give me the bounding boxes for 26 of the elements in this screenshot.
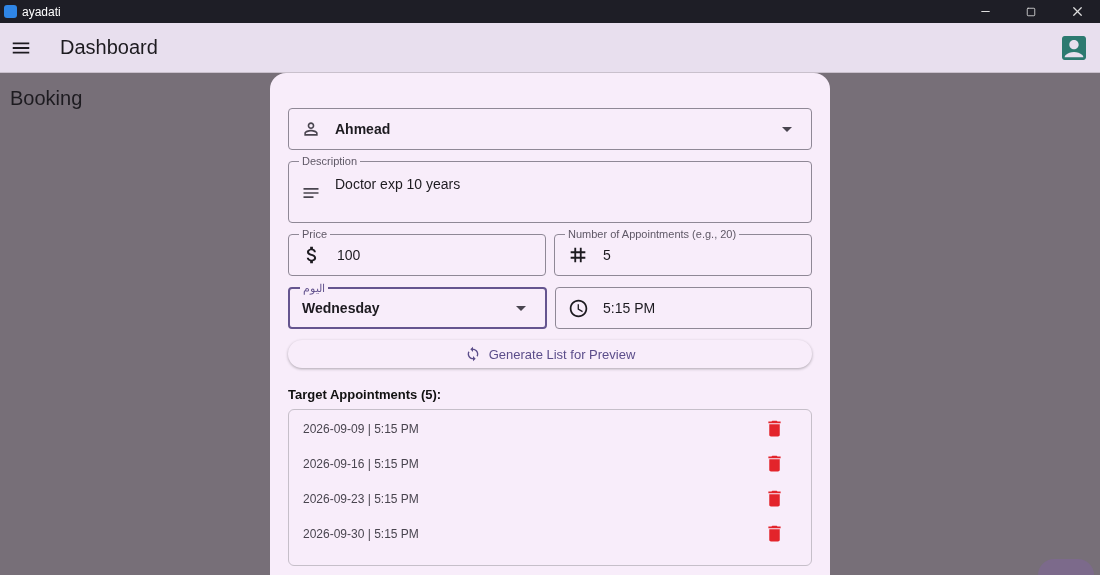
appointment-text: 2026-09-30 | 5:15 PM [303,526,419,541]
maximize-icon [1026,6,1036,17]
caret-icon [782,126,792,132]
appointment-text: 2026-09-09 | 5:15 PM [303,421,419,436]
time-value: 5:15 PM [603,300,656,316]
day-value: Wednesday [302,300,380,316]
count-value: 5 [603,247,611,263]
price-value: 100 [337,247,361,263]
appointment-text: 2026-09-23 | 5:15 PM [303,491,419,506]
caret-icon [516,305,526,311]
description-value: Doctor exp 10 years [335,176,461,192]
day-label: اليوم [300,282,328,294]
count-label: Number of Appointments (e.g., 20) [565,228,740,240]
clock-icon [568,297,589,319]
doctor-value: Ahmead [335,121,391,137]
window-title: ayadati [22,4,61,19]
list-title: Target Appointments (5): [288,387,443,402]
app-bar-title: Dashboard [60,36,158,59]
app-icon [4,5,17,18]
doctor-dropdown[interactable]: Ahmead [288,108,812,150]
description-label: Description [299,155,361,167]
price-label: Price [299,228,331,240]
appointment-text: 2026-09-16 | 5:15 PM [303,456,419,471]
generate-button[interactable]: Generate List for Preview [288,340,812,368]
page-title: Booking [10,87,83,110]
time-field[interactable]: 5:15 PM [555,287,812,329]
